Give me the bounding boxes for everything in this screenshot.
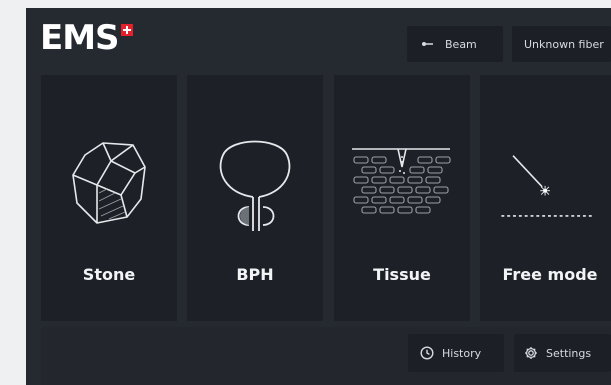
history-button[interactable]: History bbox=[408, 334, 504, 372]
tile-label-free-mode: Free mode bbox=[502, 265, 598, 284]
tile-label-stone: Stone bbox=[82, 265, 136, 284]
tile-label-tissue: Tissue bbox=[373, 265, 431, 284]
logo-text: EMS bbox=[40, 18, 120, 58]
tissue-icon bbox=[352, 148, 451, 214]
beam-label: Beam bbox=[445, 37, 477, 51]
bph-icon bbox=[219, 140, 291, 231]
settings-label: Settings bbox=[546, 346, 592, 360]
settings-button[interactable]: Settings bbox=[514, 334, 611, 372]
ems-logo: EMS bbox=[40, 20, 133, 60]
beam-icon bbox=[421, 40, 433, 48]
gear-icon bbox=[524, 346, 538, 360]
tile-bph[interactable]: BPH bbox=[187, 75, 323, 321]
beam-button[interactable]: Beam bbox=[407, 26, 503, 62]
tile-label-bph: BPH bbox=[236, 265, 274, 284]
fiber-label: Unknown fiber bbox=[524, 37, 604, 51]
history-label: History bbox=[442, 346, 482, 360]
swiss-cross-icon bbox=[120, 24, 133, 36]
header: EMS Beam Unknown fiber bbox=[26, 8, 611, 72]
free-mode-icon bbox=[501, 155, 595, 217]
app-screen: EMS Beam Unknown fiber Stone BPH Tissue … bbox=[26, 8, 611, 385]
tile-tissue[interactable]: Tissue bbox=[334, 75, 470, 321]
tile-free-mode[interactable]: Free mode bbox=[480, 75, 611, 321]
tile-stone[interactable]: Stone bbox=[41, 75, 177, 321]
fiber-button[interactable]: Unknown fiber bbox=[512, 26, 611, 62]
stone-icon bbox=[72, 142, 146, 224]
clock-icon bbox=[420, 346, 434, 360]
